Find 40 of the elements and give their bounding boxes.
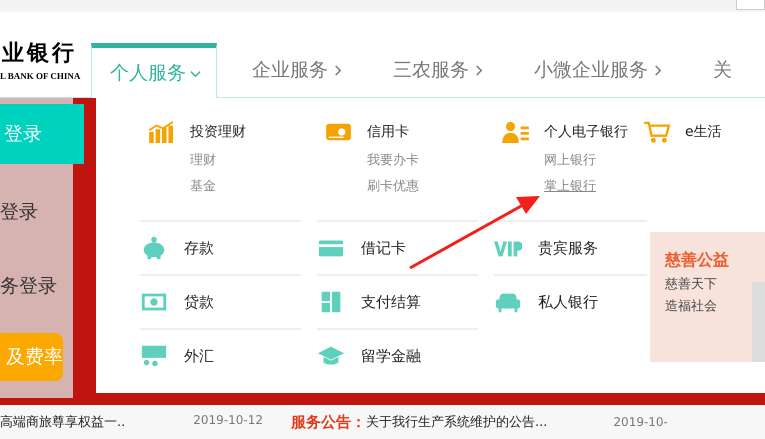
promo-title: 慈善公益 — [665, 250, 730, 271]
promo-banner[interactable]: 慈善公益 慈善天下 造福社会 — [650, 232, 765, 362]
nav-tab[interactable]: 三农服务 — [376, 43, 501, 97]
shopping-cart-icon — [643, 121, 671, 143]
coins-icon — [140, 344, 168, 368]
news-link[interactable]: 高端商旅尊享权益一.. — [0, 413, 126, 431]
menu-item[interactable]: 私人银行 — [538, 292, 598, 312]
login-link[interactable]: 务登录 — [0, 271, 57, 301]
menu-item[interactable]: 外汇 — [184, 346, 214, 366]
nav-tab[interactable]: 小微企业服务 — [517, 43, 680, 97]
announcement-link[interactable]: 关于我行生产系统维护的公告... — [366, 413, 548, 431]
menu-category[interactable]: 投资理财 — [190, 123, 246, 141]
promo-slogan: 慈善天下 — [665, 276, 718, 293]
menu-item[interactable]: 借记卡 — [361, 238, 406, 258]
promo-slogan: 造福社会 — [665, 298, 718, 315]
credit-card-icon — [325, 121, 353, 143]
menu-link[interactable]: 我要办卡 — [367, 148, 419, 174]
user-list-icon — [502, 121, 530, 143]
menu-category[interactable]: e生活 — [685, 123, 722, 141]
bar-chart-icon — [148, 121, 176, 143]
menu-item[interactable]: 留学金融 — [361, 346, 421, 366]
menu-item[interactable]: 贷款 — [184, 292, 214, 312]
menu-item[interactable]: 支付结算 — [361, 292, 421, 312]
logo-subtitle: L BANK OF CHINA — [0, 71, 82, 81]
announcement-date: 2019-10- — [613, 415, 668, 429]
news-date: 2019-10-12 — [193, 413, 264, 429]
logo-text: 业银行 — [2, 39, 78, 68]
menu-item[interactable]: 贵宾服务 — [538, 238, 598, 258]
announcement-label: 服务公告： — [291, 412, 366, 432]
nav-tab[interactable]: 关 — [696, 43, 749, 97]
login-link[interactable]: 登录 — [0, 197, 38, 227]
nav-tab[interactable]: 企业服务 — [235, 43, 360, 97]
menu-item[interactable]: 存款 — [184, 238, 214, 258]
menu-link[interactable]: 网上银行 — [544, 148, 596, 174]
menu-link[interactable]: 掌上银行 — [544, 174, 596, 200]
menu-link[interactable]: 基金 — [190, 174, 216, 200]
menu-link[interactable]: 刷卡优惠 — [367, 174, 419, 200]
menu-category[interactable]: 信用卡 — [367, 123, 409, 141]
menu-link[interactable]: 理财 — [190, 148, 216, 174]
menu-category[interactable]: 个人电子银行 — [544, 123, 628, 141]
